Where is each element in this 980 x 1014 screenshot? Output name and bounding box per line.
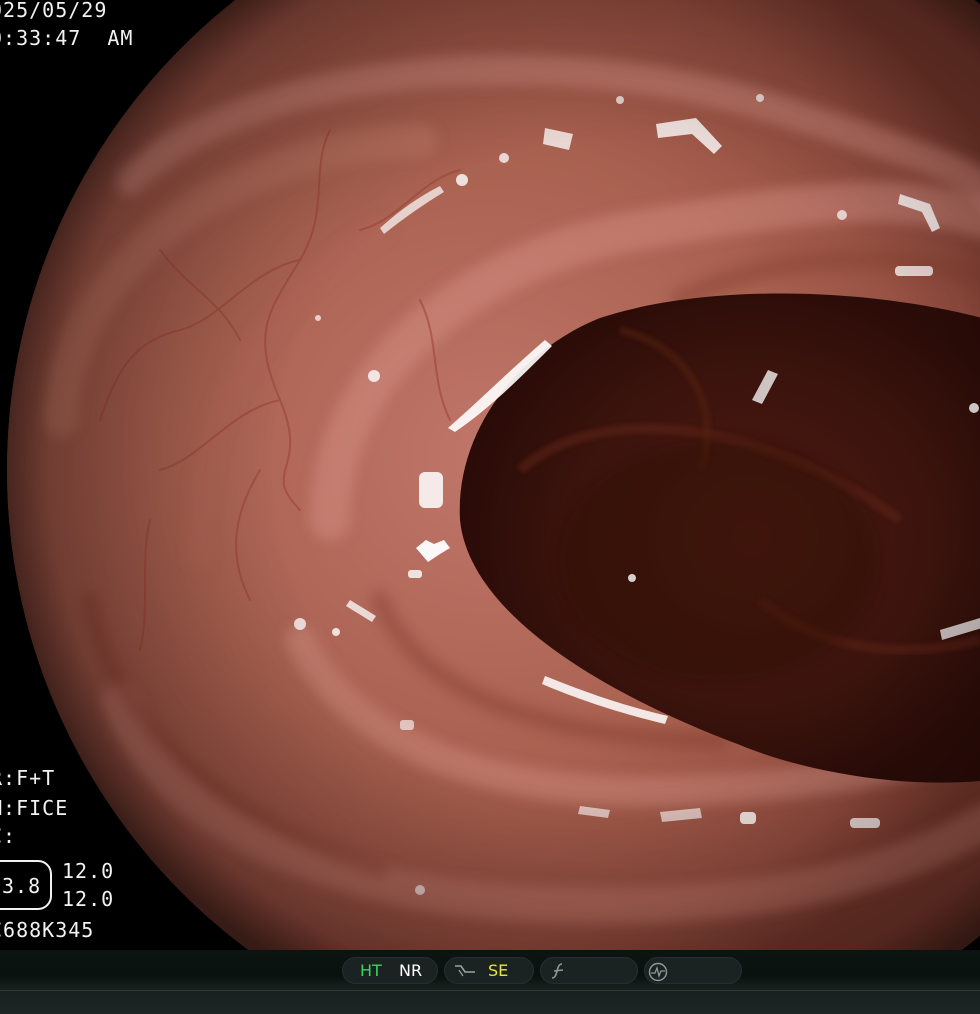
reference-readout: R:F+T [0,766,56,790]
ht-nr-pill[interactable] [342,957,438,984]
enhance-f-icon [551,963,564,979]
time-readout: 0:33:47 AM [0,26,134,50]
mode-readout: M:FICE [0,796,69,820]
contrast-curve-icon [455,965,475,977]
status-divider [0,990,980,991]
nr-indicator: NR [399,961,423,980]
scope-id-readout: C688K345 [0,918,95,942]
zoom-readout: 3.8 [2,874,42,898]
ht-indicator: HT [360,961,382,980]
endoscope-viewport: 025/05/29 0:33:47 AM R:F+T M:FICE C: 3.8… [0,0,980,950]
se-indicator: SE [488,961,509,980]
waveform-icon [648,962,668,982]
value-1-readout: 12.0 [62,859,115,883]
endoscopic-image [7,0,980,950]
date-readout: 025/05/29 [0,0,108,22]
value-2-readout: 12.0 [62,887,115,911]
c-label: C: [0,824,17,848]
status-bar: HT NR SE [0,950,980,1014]
